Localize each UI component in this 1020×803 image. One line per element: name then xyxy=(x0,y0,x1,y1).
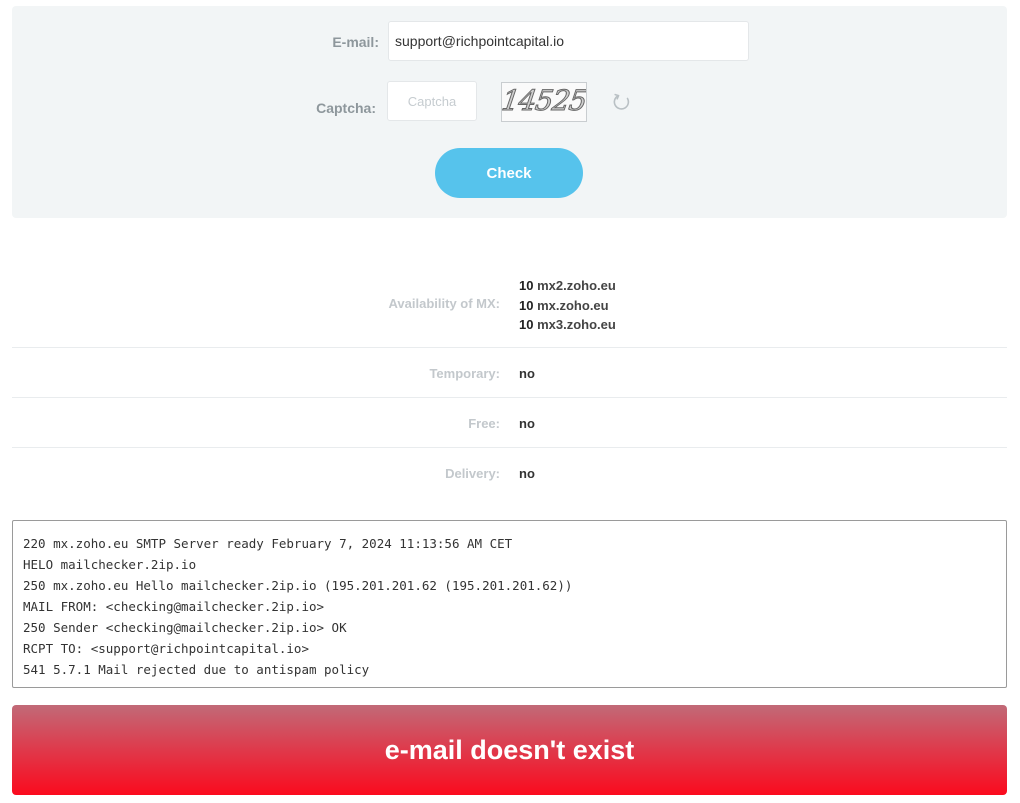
mx-priority: 10 xyxy=(519,278,534,293)
results-table: Availability of MX: 10 mx2.zoho.eu 10 mx… xyxy=(12,262,1007,498)
email-label: E-mail: xyxy=(332,34,379,50)
delivery-label: Delivery: xyxy=(445,466,500,481)
smtp-log[interactable]: 220 mx.zoho.eu SMTP Server ready Februar… xyxy=(12,520,1007,688)
refresh-icon[interactable] xyxy=(612,92,632,112)
captcha-input[interactable] xyxy=(387,81,477,121)
log-line: 541 5.7.1 Mail rejected due to antispam … xyxy=(23,662,370,677)
mx-record: 10 mx2.zoho.eu xyxy=(519,276,616,296)
mx-label: Availability of MX: xyxy=(388,296,500,311)
result-row-temporary: Temporary: no xyxy=(12,348,1007,398)
mx-priority: 10 xyxy=(519,297,534,313)
temporary-label: Temporary: xyxy=(429,366,500,381)
mx-host: mx2.zoho.eu xyxy=(537,278,616,293)
temporary-value: no xyxy=(519,366,535,381)
email-input[interactable] xyxy=(388,21,749,61)
check-form-panel: E-mail: Captcha: 14525 Check xyxy=(12,6,1007,218)
mx-record: 10 mx3.zoho.eu xyxy=(519,315,616,335)
mx-record: 10 mx.zoho.eu xyxy=(519,296,616,316)
verdict-banner: e-mail doesn't exist xyxy=(12,705,1007,795)
mx-priority: 10 xyxy=(519,317,534,332)
log-line: 250 mx.zoho.eu Hello mailchecker.2ip.io … xyxy=(23,578,573,593)
log-line: RCPT TO: <support@richpointcapital.io> xyxy=(23,641,309,656)
captcha-image: 14525 xyxy=(501,82,587,122)
result-row-mx: Availability of MX: 10 mx2.zoho.eu 10 mx… xyxy=(12,262,1007,348)
log-line: MAIL FROM: <checking@mailchecker.2ip.io> xyxy=(23,599,325,614)
log-line: 250 Sender <checking@mailchecker.2ip.io>… xyxy=(23,620,347,635)
free-label: Free: xyxy=(468,416,500,431)
delivery-value: no xyxy=(519,466,535,481)
log-line: 220 mx.zoho.eu SMTP Server ready Februar… xyxy=(23,536,513,551)
free-value: no xyxy=(519,416,535,431)
captcha-label: Captcha: xyxy=(316,100,376,116)
log-line: HELO mailchecker.2ip.io xyxy=(23,557,197,572)
mx-records: 10 mx2.zoho.eu 10 mx.zoho.eu 10 mx3.zoho… xyxy=(519,276,616,335)
result-row-delivery: Delivery: no xyxy=(12,448,1007,498)
mx-host: mx.zoho.eu xyxy=(537,297,609,313)
result-row-free: Free: no xyxy=(12,398,1007,448)
check-button[interactable]: Check xyxy=(435,148,583,198)
captcha-code: 14525 xyxy=(501,84,587,118)
mx-host: mx3.zoho.eu xyxy=(537,317,616,332)
